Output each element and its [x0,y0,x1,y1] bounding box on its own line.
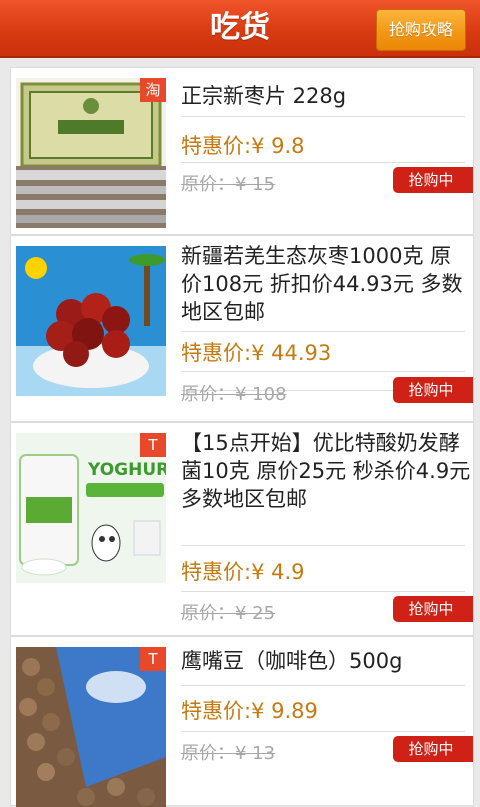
guide-button[interactable]: 抢购攻略 [376,9,466,51]
original-price: 原价：¥ 108 [181,380,287,406]
original-price-label: 原价： [181,743,235,764]
product-card[interactable]: YOGHURT T 【15点开始】优比特酸奶发酵菌10克 原价25元 秒杀价4.… [10,422,474,636]
sale-price-label: 特惠价: [181,134,252,158]
sale-price: 特惠价:¥ 44.93 [181,337,331,367]
sale-price-label: 特惠价: [181,560,252,584]
product-card[interactable]: 新疆若羌生态灰枣1000克 原价108元 折扣价44.93元 多数地区包邮 特惠… [10,235,474,422]
product-image[interactable]: 淘 [16,78,166,228]
product-image[interactable]: T [16,647,166,807]
store-badge: T [140,433,166,457]
product-image[interactable] [16,246,166,396]
store-badge: 淘 [140,78,166,102]
divider [181,545,465,546]
divider [181,331,465,332]
red-dates-image [16,246,166,396]
product-name[interactable]: 新疆若羌生态灰枣1000克 原价108元 折扣价44.93元 多数地区包邮 [181,242,471,326]
divider [181,591,465,592]
sale-price-value: ¥ 9.89 [251,699,318,723]
divider [181,685,465,686]
original-price: 原价：¥ 25 [181,599,275,625]
product-card[interactable]: T 鹰嘴豆（咖啡色）500g 特惠价:¥ 9.89 原价：¥ 13 抢购中 [10,636,474,807]
sale-price: 特惠价:¥ 9.8 [181,130,305,160]
divider [181,162,465,163]
original-price-value: ¥ 108 [235,384,287,405]
chickpeas-image [16,647,166,807]
original-price-value: ¥ 15 [235,174,276,195]
buy-now-button[interactable]: 抢购中 [393,167,473,193]
sale-price-value: ¥ 44.93 [251,341,332,365]
divider [181,371,465,372]
original-price-value: ¥ 13 [235,743,276,764]
original-price-value: ¥ 25 [235,603,276,624]
product-name[interactable]: 正宗新枣片 228g [181,82,471,110]
original-price-label: 原价： [181,603,235,624]
buy-now-button[interactable]: 抢购中 [393,596,473,622]
product-name[interactable]: 【15点开始】优比特酸奶发酵菌10克 原价25元 秒杀价4.9元多数地区包邮 [181,429,471,513]
buy-now-button[interactable]: 抢购中 [393,736,473,762]
product-image[interactable]: YOGHURT T [16,433,166,583]
product-card[interactable]: 淘 正宗新枣片 228g 特惠价:¥ 9.8 原价：¥ 15 抢购中 [10,67,474,235]
sale-price: 特惠价:¥ 9.89 [181,695,318,725]
original-price: 原价：¥ 13 [181,739,275,765]
yoghurt-image-text: YOGHURT [87,460,166,480]
store-badge: T [140,647,166,671]
divider [181,731,465,732]
app-header: 吃货 抢购攻略 [0,0,480,58]
sale-price-value: ¥ 4.9 [251,560,305,584]
buy-now-button[interactable]: 抢购中 [393,377,473,403]
original-price: 原价：¥ 15 [181,170,275,196]
product-name[interactable]: 鹰嘴豆（咖啡色）500g [181,647,471,675]
sale-price-value: ¥ 9.8 [251,134,305,158]
original-price-label: 原价： [181,384,235,405]
original-price-label: 原价： [181,174,235,195]
sale-price: 特惠价:¥ 4.9 [181,556,305,586]
divider [181,116,465,117]
sale-price-label: 特惠价: [181,341,252,365]
sale-price-label: 特惠价: [181,699,252,723]
